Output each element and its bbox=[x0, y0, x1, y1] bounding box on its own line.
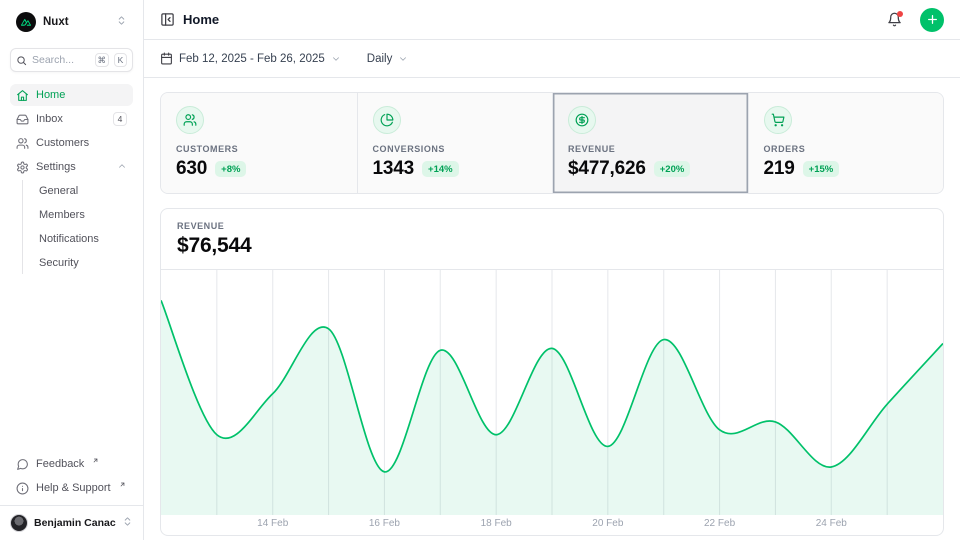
date-range-value: Feb 12, 2025 - Feb 26, 2025 bbox=[179, 53, 325, 65]
sidebar-item-settings[interactable]: Settings bbox=[10, 156, 133, 178]
sidebar: Nuxt Search... ⌘ K Home bbox=[0, 0, 144, 540]
page-header: Home bbox=[144, 0, 960, 40]
stat-card-conversions[interactable]: CONVERSIONS 1343 +14% bbox=[357, 93, 553, 193]
gear-icon bbox=[16, 161, 29, 174]
panel-left-close-icon[interactable] bbox=[160, 12, 175, 27]
workspace-name: Nuxt bbox=[43, 16, 109, 28]
help-support-label: Help & Support bbox=[36, 482, 111, 494]
stat-card-customers[interactable]: CUSTOMERS 630 +8% bbox=[161, 93, 357, 193]
sidebar-footer: Feedback Help & Support Ben bbox=[0, 453, 143, 540]
sidebar-item-label: Settings bbox=[36, 161, 110, 173]
sidebar-nav: Home Inbox 4 Customers Settings bbox=[0, 84, 143, 274]
search-placeholder: Search... bbox=[32, 54, 90, 66]
x-tick-label: 18 Feb bbox=[481, 518, 512, 529]
page-title: Home bbox=[183, 12, 879, 27]
unread-dot bbox=[897, 11, 903, 17]
sidebar-item-security[interactable]: Security bbox=[33, 252, 133, 274]
stat-delta-badge: +14% bbox=[422, 161, 459, 177]
stat-label: ORDERS bbox=[764, 144, 929, 154]
sidebar-item-home[interactable]: Home bbox=[10, 84, 133, 106]
stat-label: REVENUE bbox=[568, 144, 733, 154]
stat-card-revenue[interactable]: REVENUE $477,626 +20% bbox=[552, 93, 748, 193]
user-menu[interactable]: Benjamin Canac bbox=[0, 505, 143, 540]
sidebar-item-label: Customers bbox=[36, 137, 127, 149]
nuxt-logo bbox=[16, 12, 36, 32]
search-input[interactable]: Search... ⌘ K bbox=[10, 48, 133, 72]
add-button[interactable] bbox=[920, 8, 944, 32]
stat-value: 630 bbox=[176, 158, 207, 180]
stats-row: CUSTOMERS 630 +8% CONVERSIONS 1343 +14% bbox=[160, 92, 944, 194]
sidebar-item-label: Home bbox=[36, 89, 127, 101]
users-icon bbox=[16, 137, 29, 150]
pie-chart-icon bbox=[380, 113, 394, 127]
stat-delta-badge: +15% bbox=[803, 161, 840, 177]
calendar-icon bbox=[160, 52, 173, 65]
home-icon bbox=[16, 89, 29, 102]
sidebar-item-inbox[interactable]: Inbox 4 bbox=[10, 108, 133, 130]
x-tick-label: 20 Feb bbox=[592, 518, 623, 529]
stat-label: CUSTOMERS bbox=[176, 144, 342, 154]
filters-toolbar: Feb 12, 2025 - Feb 26, 2025 Daily bbox=[144, 40, 960, 78]
chevron-up-icon bbox=[117, 161, 127, 174]
granularity-select[interactable]: Daily bbox=[367, 53, 409, 65]
main-panel: Home Feb 12, 2025 - Feb 26, 2025 Daily bbox=[144, 0, 960, 540]
user-name: Benjamin Canac bbox=[34, 517, 116, 529]
kbd-cmd: ⌘ bbox=[95, 53, 110, 67]
sidebar-item-customers[interactable]: Customers bbox=[10, 132, 133, 154]
kbd-k: K bbox=[114, 53, 127, 67]
settings-subnav: General Members Notifications Security bbox=[22, 180, 133, 274]
chevrons-up-down-icon bbox=[122, 514, 133, 532]
stat-value: 219 bbox=[764, 158, 795, 180]
x-tick-label: 24 Feb bbox=[816, 518, 847, 529]
date-range-picker[interactable]: Feb 12, 2025 - Feb 26, 2025 bbox=[160, 52, 341, 65]
plus-icon bbox=[926, 13, 939, 26]
search-icon bbox=[16, 55, 27, 66]
stat-label: CONVERSIONS bbox=[373, 144, 538, 154]
help-support-link[interactable]: Help & Support bbox=[10, 477, 133, 499]
chevron-down-icon bbox=[331, 54, 341, 64]
granularity-value: Daily bbox=[367, 53, 393, 65]
x-tick-label: 14 Feb bbox=[257, 518, 288, 529]
chevrons-up-down-icon bbox=[116, 13, 127, 31]
revenue-chart-card: REVENUE $76,544 14 Feb 16 Feb 18 Feb 20 Feb… bbox=[160, 208, 944, 536]
chart-title: REVENUE bbox=[177, 221, 927, 231]
inbox-count-badge: 4 bbox=[113, 112, 127, 126]
stat-value: $477,626 bbox=[568, 158, 646, 180]
avatar bbox=[10, 514, 28, 532]
feedback-label: Feedback bbox=[36, 458, 84, 470]
app-window: Nuxt Search... ⌘ K Home bbox=[0, 0, 960, 540]
x-tick-label: 22 Feb bbox=[704, 518, 735, 529]
dashboard-content: CUSTOMERS 630 +8% CONVERSIONS 1343 +14% bbox=[144, 78, 960, 540]
x-tick-label: 16 Feb bbox=[369, 518, 400, 529]
arrow-up-right-icon bbox=[119, 479, 126, 491]
message-bubble-icon bbox=[16, 458, 29, 471]
sidebar-item-general[interactable]: General bbox=[33, 180, 133, 202]
sidebar-item-notifications[interactable]: Notifications bbox=[33, 228, 133, 250]
arrow-up-right-icon bbox=[92, 455, 99, 467]
workspace-switcher[interactable]: Nuxt bbox=[10, 8, 133, 36]
stat-card-orders[interactable]: ORDERS 219 +15% bbox=[748, 93, 944, 193]
sidebar-item-members[interactable]: Members bbox=[33, 204, 133, 226]
notifications-button[interactable] bbox=[887, 12, 902, 27]
stat-delta-badge: +20% bbox=[654, 161, 691, 177]
chevron-down-icon bbox=[398, 54, 408, 64]
feedback-link[interactable]: Feedback bbox=[10, 453, 133, 475]
chart-current-value: $76,544 bbox=[177, 234, 927, 258]
stat-delta-badge: +8% bbox=[215, 161, 246, 177]
chart-x-axis: 14 Feb 16 Feb 18 Feb 20 Feb 22 Feb 24 Feb bbox=[161, 515, 943, 535]
revenue-area-chart[interactable] bbox=[161, 269, 943, 515]
sidebar-item-label: Inbox bbox=[36, 113, 106, 125]
chart-canvas bbox=[161, 270, 943, 515]
dollar-circle-icon bbox=[575, 113, 589, 127]
info-circle-icon bbox=[16, 482, 29, 495]
users-icon bbox=[183, 113, 197, 127]
shopping-cart-icon bbox=[771, 113, 785, 127]
stat-value: 1343 bbox=[373, 158, 415, 180]
inbox-icon bbox=[16, 113, 29, 126]
